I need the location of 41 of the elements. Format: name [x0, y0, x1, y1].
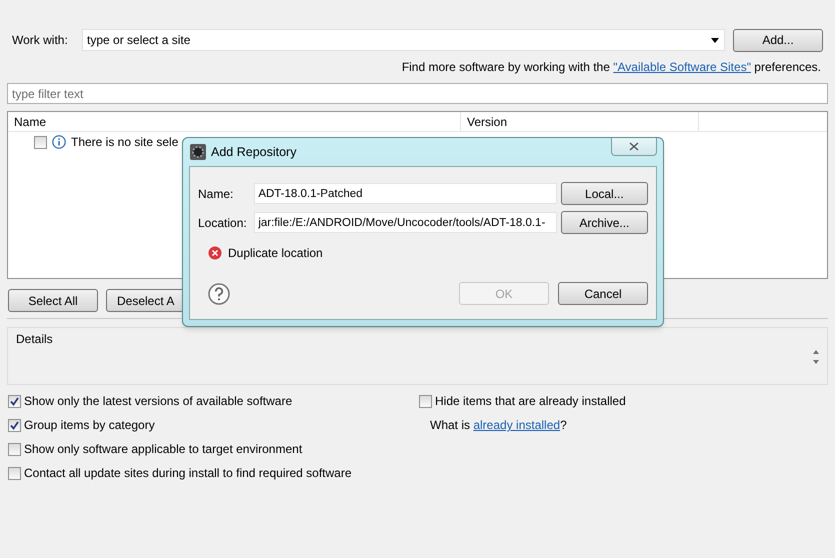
option-label: Show only software applicable to target environment	[24, 441, 302, 458]
checkbox[interactable]	[8, 442, 21, 456]
select-all-button[interactable]: Select All	[8, 289, 98, 312]
scroll-arrows-icon	[813, 350, 819, 364]
already-installed-link[interactable]: already installed	[473, 416, 560, 434]
find-more-text: Find more software by working with the "Available Software Sites" preferences.	[402, 59, 821, 76]
local-button[interactable]: Local...	[560, 182, 648, 205]
field-label: Location:	[198, 214, 248, 232]
add-button[interactable]: Add...	[733, 28, 823, 52]
close-icon	[629, 142, 639, 151]
field-label: Name:	[198, 186, 234, 202]
error-icon	[208, 246, 222, 260]
already-installed-text: What is already installed?	[429, 417, 568, 433]
dialog-title: Add Repository	[211, 144, 298, 161]
location-field[interactable]: jar:file:/E:/ANDROID/Move/Uncocoder/tools/ADT-18.0.1-	[254, 212, 557, 233]
option-label: Contact all update sites during install to find required software	[24, 465, 352, 482]
work-with-label: Work with:	[12, 32, 69, 49]
table-cell-text: There is no site sele	[71, 134, 178, 151]
details-title: Details	[16, 331, 54, 348]
name-field[interactable]: ADT-18.0.1-Patched	[254, 183, 557, 204]
checkbox[interactable]	[8, 466, 21, 480]
option-label: Show only the latest versions of available software	[24, 393, 292, 410]
close-button[interactable]	[611, 138, 657, 156]
column-header[interactable]: Version	[461, 112, 699, 131]
checkbox[interactable]	[34, 136, 47, 148]
checkbox[interactable]	[419, 394, 432, 408]
help-icon[interactable]	[208, 282, 230, 304]
error-message: Duplicate location	[228, 245, 323, 262]
option-label: Hide items that are already installed	[435, 393, 626, 410]
dropdown-caret-icon	[711, 38, 719, 43]
checkbox[interactable]	[8, 394, 21, 408]
site-combobox[interactable]: type or select a site	[82, 29, 725, 51]
available-sites-link[interactable]: "Available Software Sites"	[613, 60, 751, 74]
cancel-button[interactable]: Cancel	[558, 282, 648, 305]
checkbox[interactable]	[8, 418, 21, 432]
filter-field[interactable]: type filter text	[7, 83, 828, 104]
info-icon	[52, 135, 66, 149]
archive-button[interactable]: Archive...	[560, 211, 648, 234]
option-label: Group items by category	[24, 417, 155, 434]
column-header[interactable]: Name	[8, 112, 461, 131]
gear-icon	[190, 144, 206, 160]
